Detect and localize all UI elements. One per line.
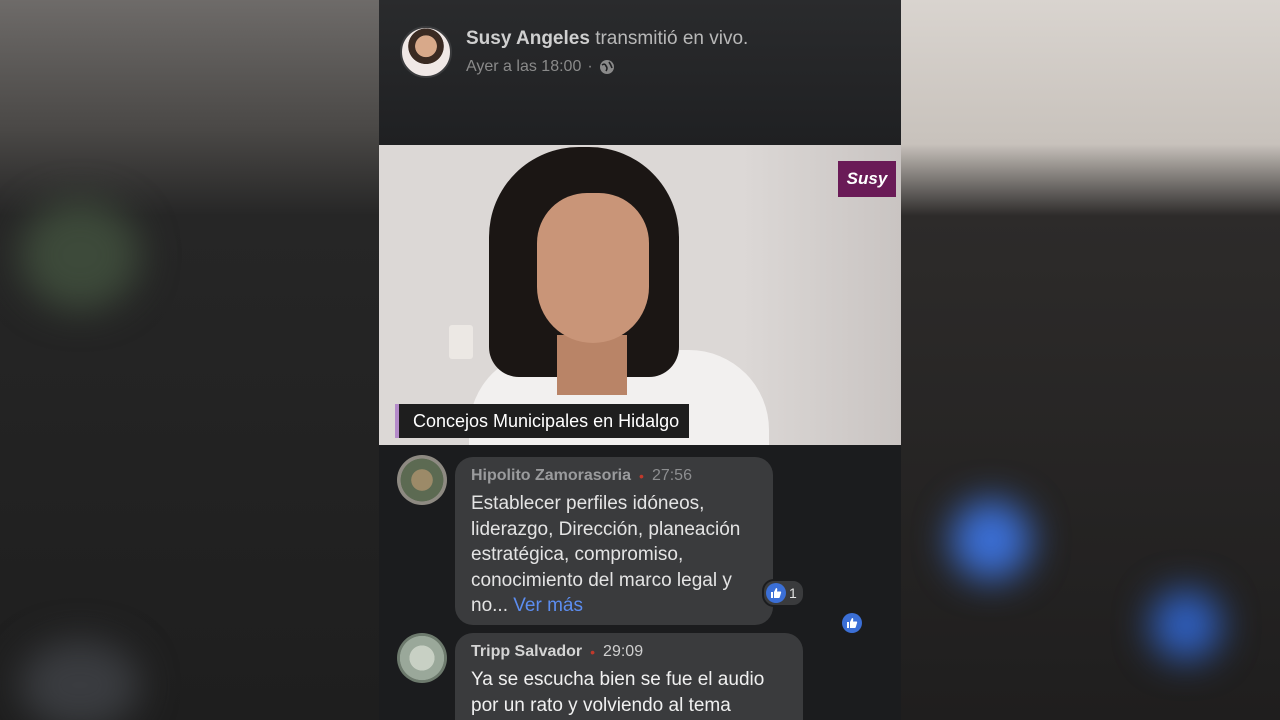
video-person-face (537, 193, 649, 343)
like-icon (766, 583, 786, 603)
comment-header: Hipolito Zamorasoria • 27:56 (471, 467, 757, 485)
comment-line: por un rato y volviendo al tema (471, 694, 731, 716)
live-video[interactable]: Susy Concejos Municipales en Hidalgo (379, 145, 901, 445)
comment-author[interactable]: Hipolito Zamorasoria (471, 467, 631, 485)
comment-time[interactable]: 27:56 (652, 467, 692, 485)
comments-section: Hipolito Zamorasoria • 27:56 Establecer … (379, 445, 901, 720)
post-timestamp[interactable]: Ayer a las 18:00 (466, 58, 581, 76)
phone-screen: Susy Angeles transmitió en vivo. Ayer a … (379, 0, 901, 720)
author-avatar[interactable] (400, 26, 452, 78)
comment-line: Ya se escucha bien se fue el audio (471, 669, 765, 690)
author-name[interactable]: Susy Angeles (466, 28, 590, 49)
comment-text: Ya se escucha bien se fue el audio por u… (471, 667, 787, 718)
live-dot-icon: • (639, 468, 644, 484)
blur-spot (951, 500, 1031, 580)
video-outlet (449, 325, 473, 359)
blurred-background-right (901, 0, 1280, 720)
post-action: transmitió en vivo. (595, 28, 749, 49)
comment-avatar[interactable] (397, 455, 447, 505)
video-caption: Concejos Municipales en Hidalgo (395, 404, 690, 438)
blur-spot (20, 200, 140, 310)
comment-text: Establecer perfiles idóneos, liderazgo, … (471, 491, 757, 619)
comment-header: Tripp Salvador • 29:09 (471, 643, 787, 661)
floating-like-icon (842, 613, 862, 633)
see-more-link[interactable]: Ver más (513, 595, 583, 616)
blur-spot (1151, 590, 1221, 660)
post-header: Susy Angeles transmitió en vivo. Ayer a … (379, 0, 901, 145)
comment-author[interactable]: Tripp Salvador (471, 643, 582, 661)
comment-avatar[interactable] (397, 633, 447, 683)
comment-line: liderazgo, Dirección, planeación (471, 518, 741, 540)
comment-bubble: Hipolito Zamorasoria • 27:56 Establecer … (455, 457, 773, 625)
comment-truncated: no... (471, 595, 508, 616)
globe-icon (599, 60, 614, 74)
comment-time[interactable]: 29:09 (603, 643, 643, 661)
caption-text: Concejos Municipales en Hidalgo (413, 410, 680, 431)
reaction-count: 1 (789, 585, 797, 601)
post-meta: Ayer a las 18:00 · (466, 58, 615, 76)
comment-bubble: Tripp Salvador • 29:09 Ya se escucha bie… (455, 633, 803, 720)
blur-spot (20, 640, 140, 720)
blurred-background-left (0, 0, 379, 720)
susy-logo: Susy (838, 161, 896, 197)
live-dot-icon: • (590, 644, 596, 660)
comment-line: no... Ver más (471, 593, 757, 619)
comment-line: Establecer perfiles idóneos, (471, 493, 705, 514)
author-line: Susy Angeles transmitió en vivo. (466, 28, 748, 50)
reaction-badge[interactable]: 1 (762, 579, 805, 607)
meta-separator: · (587, 58, 593, 75)
comment-line: estratégica, compromiso, (471, 544, 684, 565)
comment-line: conocimiento del marco legal y (471, 569, 732, 591)
video-person-neck (557, 335, 627, 395)
